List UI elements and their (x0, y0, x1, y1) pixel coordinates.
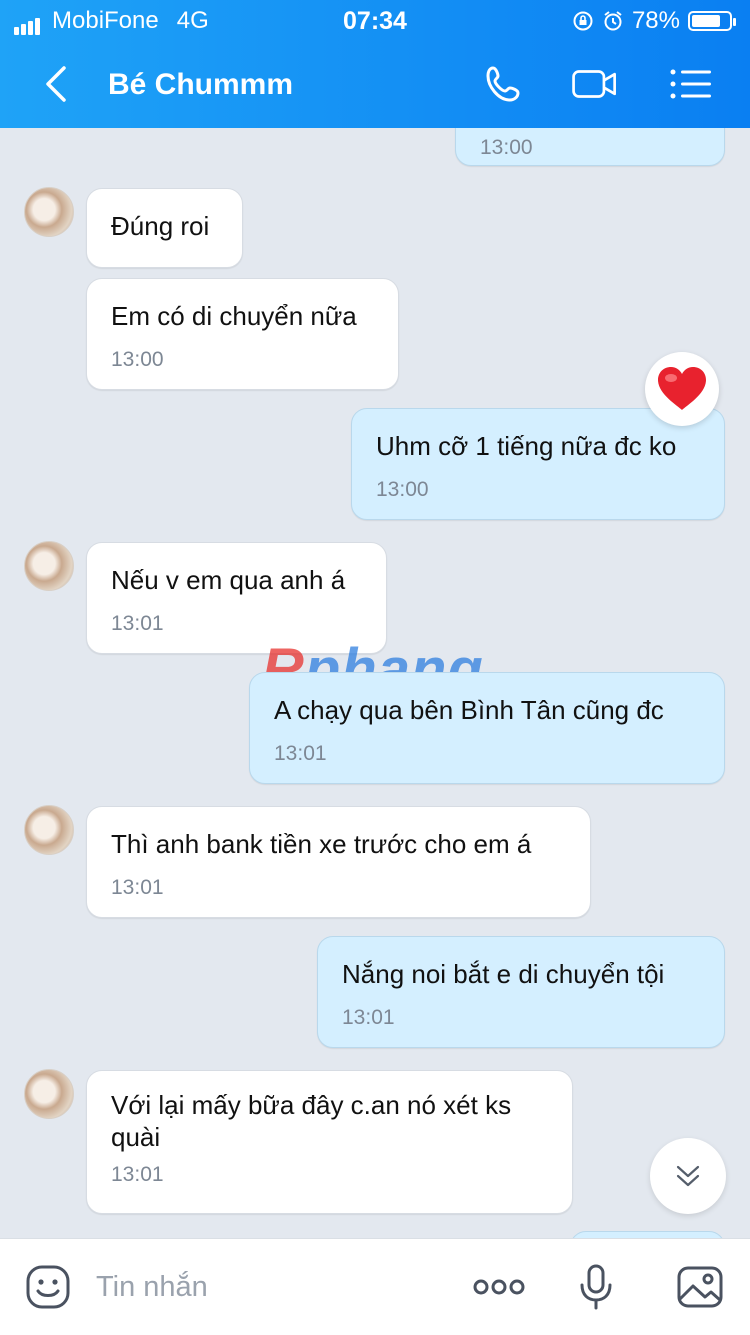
message-time: 13:00 (480, 136, 533, 159)
message-time: 13:00 (111, 348, 164, 371)
contact-avatar[interactable] (24, 1069, 74, 1119)
alarm-icon (604, 11, 622, 31)
sticker-emoji-icon[interactable] (24, 1263, 72, 1311)
orientation-lock-icon (573, 11, 593, 31)
composer-bar: Tin nhắn (0, 1238, 750, 1335)
image-gallery-icon[interactable] (676, 1263, 724, 1311)
menu-list-icon[interactable] (666, 62, 716, 106)
message-text: Nếu v em qua anh á (111, 565, 346, 595)
message-time: 13:01 (274, 742, 327, 765)
chat-header: Bé Chummm (0, 48, 750, 124)
message-bubble-outgoing[interactable] (570, 1231, 725, 1238)
heart-icon (658, 367, 706, 410)
contact-name[interactable]: Bé Chummm (108, 68, 293, 102)
battery-percent: 78% (631, 7, 680, 34)
message-text: Uhm cỡ 1 tiếng nữa đc ko (376, 431, 677, 461)
battery-icon (688, 11, 736, 31)
message-text: Đúng roi (111, 211, 210, 241)
top-bar: MobiFone 4G 07:34 78% Bé Chummm (0, 0, 750, 128)
contact-avatar[interactable] (24, 805, 74, 855)
video-call-icon[interactable] (570, 62, 620, 106)
message-time: 13:01 (342, 1006, 395, 1029)
message-bubble-outgoing[interactable]: 13:00 (455, 128, 725, 166)
contact-avatar[interactable] (24, 541, 74, 591)
microphone-icon[interactable] (572, 1263, 620, 1311)
message-list[interactable]: 13:00 Đúng roi Em có di chuyển nữa 13:00… (0, 128, 750, 1238)
message-bubble-incoming[interactable]: Đúng roi (86, 188, 243, 268)
message-bubble-incoming[interactable]: Em có di chuyển nữa 13:00 (86, 278, 399, 390)
message-time: 13:01 (111, 876, 164, 899)
message-input[interactable]: Tin nhắn (96, 1271, 208, 1304)
double-chevron-down-icon (676, 1165, 700, 1187)
message-bubble-outgoing[interactable]: Nắng noi bắt e di chuyển tội 13:01 (317, 936, 725, 1048)
message-time: 13:00 (376, 478, 429, 501)
message-bubble-incoming[interactable]: Với lại mấy bữa đây c.an nó xét ks quài … (86, 1070, 573, 1214)
reaction-button[interactable] (645, 352, 719, 426)
phone-call-icon[interactable] (480, 62, 530, 106)
message-time: 13:01 (111, 1163, 164, 1186)
message-text: Với lại mấy bữa đây c.an nó xét ks quài (111, 1090, 512, 1152)
status-bar: MobiFone 4G 07:34 78% (0, 0, 750, 40)
message-bubble-incoming[interactable]: Thì anh bank tiền xe trước cho em á 13:0… (86, 806, 591, 918)
contact-avatar[interactable] (24, 187, 74, 237)
scroll-to-bottom-button[interactable] (650, 1138, 726, 1214)
more-options-icon[interactable] (472, 1263, 526, 1311)
message-text: A chạy qua bên Bình Tân cũng đc (274, 695, 664, 725)
message-text: Em có di chuyển nữa (111, 301, 357, 331)
message-bubble-outgoing[interactable]: Uhm cỡ 1 tiếng nữa đc ko 13:00 (351, 408, 725, 520)
message-time: 13:01 (111, 612, 164, 635)
message-bubble-outgoing[interactable]: A chạy qua bên Bình Tân cũng đc 13:01 (249, 672, 725, 784)
message-text: Thì anh bank tiền xe trước cho em á (111, 829, 532, 859)
message-text: Nắng noi bắt e di chuyển tội (342, 959, 665, 989)
back-arrow-icon[interactable] (36, 62, 76, 106)
